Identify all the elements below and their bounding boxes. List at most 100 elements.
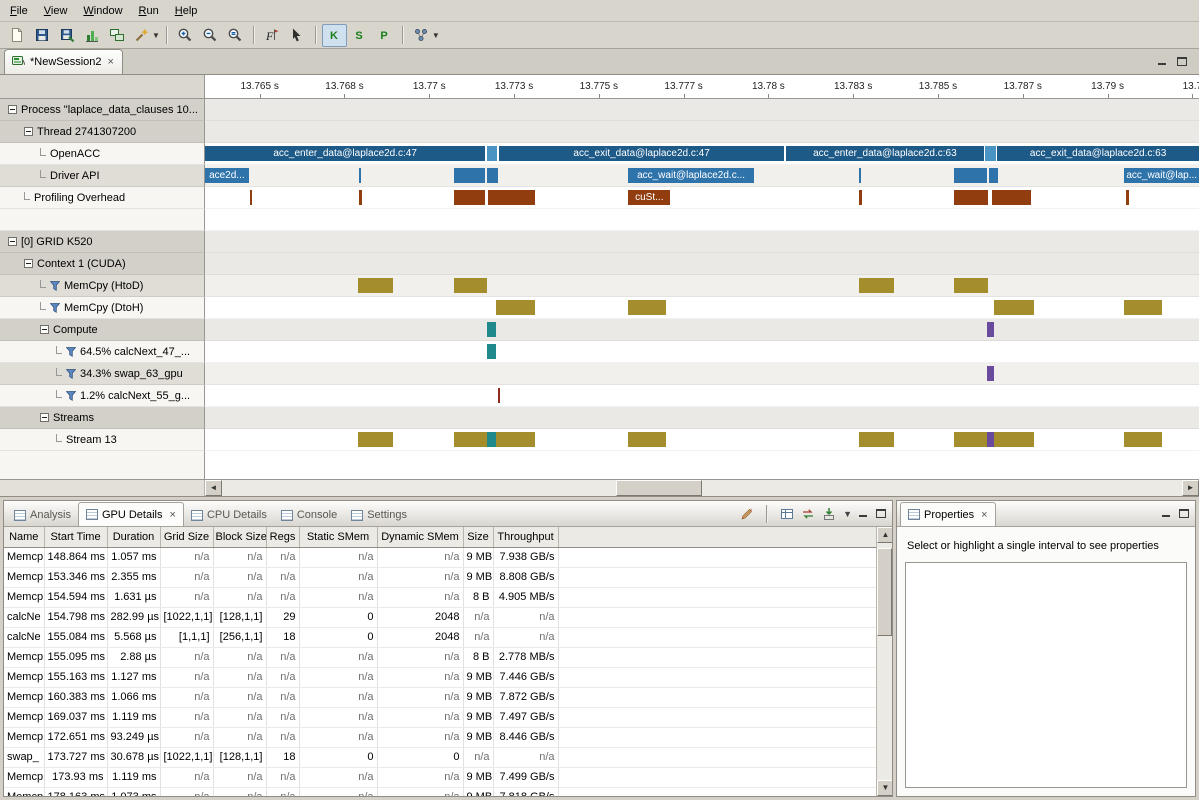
table-row[interactable]: Memcp155.163 ms1.127 msn/an/an/an/an/a9 …: [4, 667, 878, 687]
collapse-expander-icon[interactable]: [8, 237, 17, 246]
tab-console[interactable]: Console: [274, 504, 344, 526]
topology-view-button[interactable]: [409, 24, 434, 47]
tab-settings[interactable]: Settings: [344, 504, 414, 526]
menu-run[interactable]: Run: [131, 2, 167, 20]
table-vertical-scrollbar[interactable]: ▲ ▼: [876, 527, 892, 796]
timeline-interval[interactable]: [487, 344, 496, 359]
timeline-interval[interactable]: [487, 322, 496, 337]
menu-window[interactable]: Window: [75, 2, 130, 20]
column-header-grid-size[interactable]: Grid Size: [160, 527, 213, 547]
marker-mode-button[interactable]: F: [260, 24, 285, 47]
scrollbar-track[interactable]: [877, 543, 892, 780]
timeline-row-label-thread-2741307200[interactable]: Thread 2741307200: [0, 121, 205, 143]
filter-icon[interactable]: [50, 303, 60, 313]
timeline-interval[interactable]: [859, 168, 861, 183]
timeline-interval[interactable]: acc_wait@lap...: [1124, 168, 1199, 183]
maximize-button[interactable]: [876, 509, 886, 518]
timeline-interval[interactable]: [454, 190, 486, 205]
timeline-interval[interactable]: [496, 432, 535, 447]
edit-filter-icon[interactable]: [740, 507, 754, 521]
table-row[interactable]: calcNe155.084 ms5.568 µs[1,1,1][256,1,1]…: [4, 627, 878, 647]
analyze-button[interactable]: [129, 24, 154, 47]
table-row[interactable]: Memcp178.163 ms1.073 msn/an/an/an/an/a9 …: [4, 787, 878, 796]
collapse-expander-icon[interactable]: [24, 127, 33, 136]
scrollbar-thumb[interactable]: [616, 480, 702, 496]
tab-cpu-details[interactable]: CPU Details: [184, 504, 274, 526]
timeline-interval[interactable]: [1124, 300, 1162, 315]
compare-sessions-button[interactable]: [104, 24, 129, 47]
column-header-throughput[interactable]: Throughput: [493, 527, 558, 547]
close-tab-icon[interactable]: ×: [978, 509, 987, 521]
table-row[interactable]: swap_173.727 ms30.678 µs[1022,1,1][128,1…: [4, 747, 878, 767]
filter-icon[interactable]: [66, 347, 76, 357]
scrollbar-track[interactable]: [222, 480, 1182, 496]
timeline-interval[interactable]: [1124, 432, 1162, 447]
timeline-interval[interactable]: [954, 190, 988, 205]
timeline-row-label-driver-api[interactable]: Driver API: [0, 165, 205, 187]
timeline-interval[interactable]: acc_exit_data@laplace2d.c:47: [499, 146, 785, 161]
maximize-button[interactable]: [1179, 509, 1189, 518]
collapse-expander-icon[interactable]: [8, 105, 17, 114]
menu-view[interactable]: View: [36, 2, 76, 20]
close-tab-icon[interactable]: ×: [107, 56, 115, 68]
timeline-interval[interactable]: [628, 300, 666, 315]
menu-help[interactable]: Help: [167, 2, 206, 20]
timeline-interval[interactable]: [358, 432, 393, 447]
timeline-row-label-openacc[interactable]: OpenACC: [0, 143, 205, 165]
scroll-up-button[interactable]: ▲: [877, 527, 892, 543]
filter-icon[interactable]: [66, 391, 76, 401]
process-view-toggle[interactable]: P: [372, 24, 397, 47]
kernel-view-toggle[interactable]: K: [322, 24, 347, 47]
timeline-interval[interactable]: [992, 190, 1031, 205]
filter-icon[interactable]: [50, 281, 60, 291]
timeline-interval[interactable]: [954, 278, 988, 293]
scroll-left-button[interactable]: ◄: [205, 480, 222, 496]
timeline-interval[interactable]: [496, 300, 535, 315]
minimize-button[interactable]: [1162, 509, 1172, 518]
timeline-interval[interactable]: [989, 168, 998, 183]
timeline-interval[interactable]: [487, 432, 496, 447]
save-all-button[interactable]: [54, 24, 79, 47]
timeline-row-label-memcpy-htod[interactable]: MemCpy (HtoD): [0, 275, 205, 297]
table-row[interactable]: Memcp172.651 ms93.249 µsn/an/an/an/an/a9…: [4, 727, 878, 747]
timeline-interval[interactable]: acc_wait@laplace2d.c...: [628, 168, 753, 183]
column-header-duration[interactable]: Duration: [107, 527, 160, 547]
timeline-interval[interactable]: [359, 190, 361, 205]
timeline-row-label-process-laplace-data-clauses-1[interactable]: Process "laplace_data_clauses 10...: [0, 99, 205, 121]
timeline-row-label-profiling-overhead[interactable]: Profiling Overhead: [0, 187, 205, 209]
timeline-interval[interactable]: [359, 168, 361, 183]
analyze-button-dropdown-icon[interactable]: ▼: [152, 31, 160, 40]
table-row[interactable]: Memcp160.383 ms1.066 msn/an/an/an/an/a9 …: [4, 687, 878, 707]
maximize-button[interactable]: [1177, 57, 1187, 66]
column-header-block-size[interactable]: Block Size: [213, 527, 266, 547]
timeline-interval[interactable]: [487, 168, 497, 183]
timeline-interval[interactable]: acc_enter_data@laplace2d.c:47: [205, 146, 485, 161]
stream-view-toggle[interactable]: S: [347, 24, 372, 47]
column-header-size[interactable]: Size: [463, 527, 493, 547]
select-mode-button[interactable]: [285, 24, 310, 47]
new-session-button[interactable]: [4, 24, 29, 47]
timeline-interval[interactable]: [987, 432, 994, 447]
show-chart-button[interactable]: [79, 24, 104, 47]
close-tab-icon[interactable]: ×: [167, 509, 176, 521]
timeline-row-label-64-5-calcnext-47[interactable]: 64.5% calcNext_47_...: [0, 341, 205, 363]
timeline-interval[interactable]: [954, 168, 987, 183]
tab-gpu-details[interactable]: GPU Details×: [78, 502, 184, 526]
timeline-interval[interactable]: [454, 278, 488, 293]
column-header-static-smem[interactable]: Static SMem: [299, 527, 377, 547]
timeline-row-label-34-3-swap-63-gpu[interactable]: 34.3% swap_63_gpu: [0, 363, 205, 385]
timeline-interval[interactable]: [628, 432, 666, 447]
table-row[interactable]: Memcp169.037 ms1.119 msn/an/an/an/an/a9 …: [4, 707, 878, 727]
table-row[interactable]: Memcp148.864 ms1.057 msn/an/an/an/an/a9 …: [4, 547, 878, 567]
save-session-button[interactable]: [29, 24, 54, 47]
timeline-interval[interactable]: [859, 190, 861, 205]
timeline-row-label-streams[interactable]: Streams: [0, 407, 205, 429]
timeline-interval[interactable]: cuSt...: [628, 190, 670, 205]
filter-icon[interactable]: [66, 369, 76, 379]
table-row[interactable]: Memcp155.095 ms2.88 µsn/an/an/an/an/a8 B…: [4, 647, 878, 667]
scroll-right-button[interactable]: ►: [1182, 480, 1199, 496]
column-header-dynamic-smem[interactable]: Dynamic SMem: [377, 527, 463, 547]
collapse-expander-icon[interactable]: [40, 413, 49, 422]
summary-table-icon[interactable]: [780, 507, 794, 521]
timeline-interval[interactable]: [954, 432, 987, 447]
